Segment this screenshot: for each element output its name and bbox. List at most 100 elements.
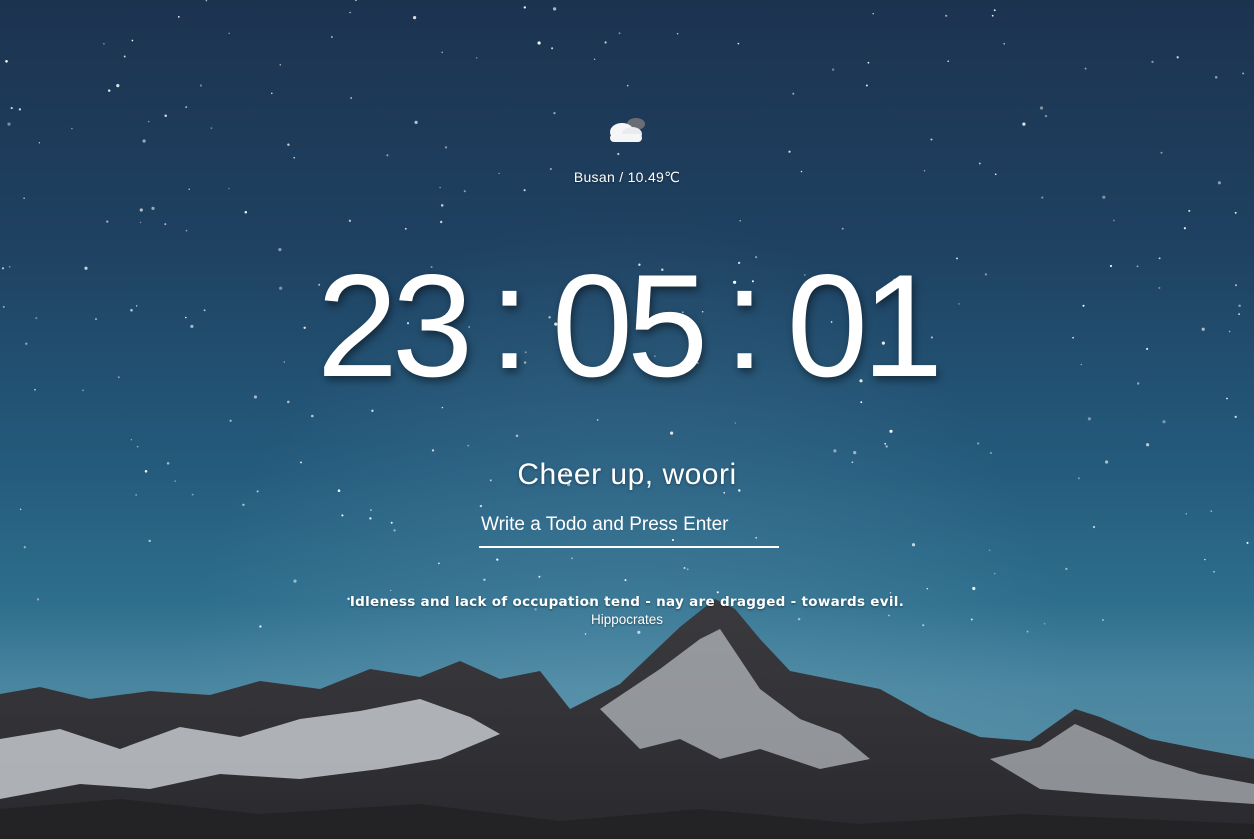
star	[10, 107, 13, 110]
clock-hours: 23	[316, 244, 473, 407]
star	[393, 529, 396, 532]
star	[737, 42, 740, 45]
star	[571, 557, 574, 560]
todo-form	[479, 510, 779, 550]
star	[993, 572, 996, 575]
star	[228, 32, 230, 35]
star	[441, 51, 443, 54]
quote: Idleness and lack of occupation tend - n…	[0, 594, 1254, 627]
star	[1039, 106, 1044, 110]
star	[515, 434, 519, 438]
star	[390, 521, 393, 524]
star	[1092, 525, 1096, 529]
star	[911, 543, 916, 547]
star	[369, 517, 372, 520]
star	[972, 586, 976, 591]
star	[945, 14, 948, 17]
star	[205, 0, 208, 2]
star	[370, 509, 372, 512]
weather-location-temperature: Busan / 10.49℃	[573, 169, 681, 185]
star	[618, 32, 621, 35]
star	[311, 414, 314, 418]
star	[103, 42, 105, 45]
star	[475, 57, 478, 59]
quote-text: Idleness and lack of occupation tend - n…	[349, 594, 905, 610]
star	[1185, 512, 1188, 515]
star	[106, 220, 109, 223]
star	[991, 14, 994, 17]
star	[438, 562, 440, 565]
star	[348, 219, 352, 222]
star	[884, 442, 887, 445]
star	[350, 97, 353, 99]
star	[371, 409, 374, 412]
star	[1246, 541, 1249, 544]
star	[686, 568, 689, 571]
star	[1113, 219, 1115, 222]
star	[853, 451, 857, 455]
star	[185, 106, 188, 109]
mountains-layer	[0, 599, 1254, 839]
star	[18, 108, 22, 111]
star	[739, 220, 741, 222]
star	[1151, 60, 1154, 64]
star	[199, 84, 202, 87]
star	[1065, 567, 1068, 571]
star	[1214, 76, 1218, 79]
star	[1234, 211, 1237, 214]
star	[123, 55, 126, 58]
star	[988, 549, 991, 551]
star	[139, 208, 143, 212]
star	[841, 227, 844, 230]
star	[1234, 415, 1237, 419]
star	[553, 7, 557, 11]
star	[463, 190, 466, 193]
todo-input[interactable]	[479, 510, 779, 548]
star	[551, 47, 554, 50]
star	[833, 449, 837, 453]
star	[626, 84, 629, 87]
star	[947, 60, 950, 63]
star	[349, 11, 351, 14]
star	[1087, 417, 1091, 421]
star	[148, 539, 151, 543]
star	[242, 503, 245, 507]
star	[479, 504, 483, 508]
clock: 23:05:01	[0, 238, 1254, 407]
clock-seconds: 01	[786, 244, 943, 407]
star	[483, 578, 486, 582]
star	[413, 16, 417, 20]
clock-minutes: 05	[551, 244, 708, 407]
star	[1176, 56, 1179, 59]
star	[354, 0, 358, 2]
star	[130, 439, 133, 441]
star	[331, 36, 333, 38]
star	[23, 546, 26, 549]
star	[136, 445, 139, 448]
star	[151, 206, 155, 210]
star	[977, 442, 980, 445]
star	[831, 68, 835, 71]
star	[989, 451, 992, 455]
star	[177, 16, 180, 18]
star	[467, 444, 470, 447]
star	[604, 41, 607, 44]
clock-separator: :	[724, 236, 765, 399]
star	[523, 6, 526, 9]
star	[293, 579, 297, 583]
star	[624, 579, 627, 582]
star	[116, 84, 120, 88]
star	[993, 9, 996, 12]
star	[683, 567, 686, 569]
star	[1188, 209, 1191, 212]
star	[1084, 67, 1087, 70]
star	[440, 220, 443, 224]
star	[19, 508, 22, 511]
star	[139, 221, 142, 224]
star	[734, 422, 737, 424]
star	[523, 189, 526, 192]
star	[164, 223, 167, 226]
star	[1102, 195, 1106, 199]
star	[1242, 72, 1245, 75]
star	[440, 204, 444, 207]
